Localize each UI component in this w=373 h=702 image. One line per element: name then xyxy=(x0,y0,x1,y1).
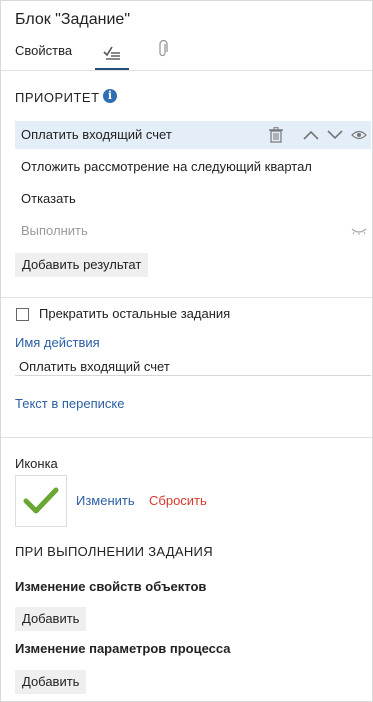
result-label: Отложить рассмотрение на следующий кварт… xyxy=(21,159,312,174)
result-label: Выполнить xyxy=(21,223,88,238)
object-props-title: Изменение свойств объектов xyxy=(15,579,207,594)
task-icon-preview xyxy=(15,475,67,527)
row-actions xyxy=(351,217,367,245)
add-object-props-button[interactable]: Добавить xyxy=(15,607,87,631)
tab-results[interactable] xyxy=(95,35,129,71)
action-name-underline xyxy=(15,375,371,376)
list-check-icon xyxy=(103,46,120,60)
eye-icon[interactable] xyxy=(351,130,367,140)
tab-properties[interactable]: Свойства xyxy=(15,43,72,58)
result-row-hidden[interactable]: Выполнить xyxy=(15,217,371,245)
checkmark-icon xyxy=(23,487,59,514)
add-process-params-button[interactable]: Добавить xyxy=(15,670,87,694)
action-name-input[interactable]: Оплатить входящий счет xyxy=(19,359,170,374)
chevron-down-icon[interactable] xyxy=(327,130,343,140)
divider xyxy=(1,437,372,438)
result-row[interactable]: Отложить рассмотрение на следующий кварт… xyxy=(15,153,371,181)
add-result-button[interactable]: Добавить результат xyxy=(15,253,149,277)
trash-icon[interactable] xyxy=(269,127,283,143)
info-icon[interactable]: i xyxy=(103,89,117,103)
stop-others-label[interactable]: Прекратить остальные задания xyxy=(39,306,230,321)
result-label: Оплатить входящий счет xyxy=(21,127,172,142)
divider xyxy=(1,297,372,298)
process-params-title: Изменение параметров процесса xyxy=(15,641,231,656)
correspondence-text-link[interactable]: Текст в переписке xyxy=(15,396,124,411)
chevron-up-icon[interactable] xyxy=(303,130,319,140)
tab-attachments[interactable] xyxy=(151,37,175,61)
stop-others-checkbox[interactable] xyxy=(16,308,29,321)
panel-title: Блок "Задание" xyxy=(15,11,131,28)
paperclip-icon xyxy=(159,40,168,57)
reset-icon-link[interactable]: Сбросить xyxy=(149,493,207,508)
result-label: Отказать xyxy=(21,191,76,206)
result-row[interactable]: Отказать xyxy=(15,185,371,213)
eye-closed-icon[interactable] xyxy=(351,226,367,236)
icon-label: Иконка xyxy=(15,456,58,471)
action-name-label: Имя действия xyxy=(15,335,100,350)
result-row-selected[interactable]: Оплатить входящий счет xyxy=(15,121,371,149)
change-icon-link[interactable]: Изменить xyxy=(76,493,135,508)
task-block-panel: Блок "Задание" Свойства ПРИОРИТЕТ i Опла… xyxy=(0,0,373,702)
divider xyxy=(1,70,372,71)
on-complete-title: ПРИ ВЫПОЛНЕНИИ ЗАДАНИЯ xyxy=(15,544,213,559)
priority-title: ПРИОРИТЕТ xyxy=(15,90,100,105)
row-actions xyxy=(269,121,367,149)
